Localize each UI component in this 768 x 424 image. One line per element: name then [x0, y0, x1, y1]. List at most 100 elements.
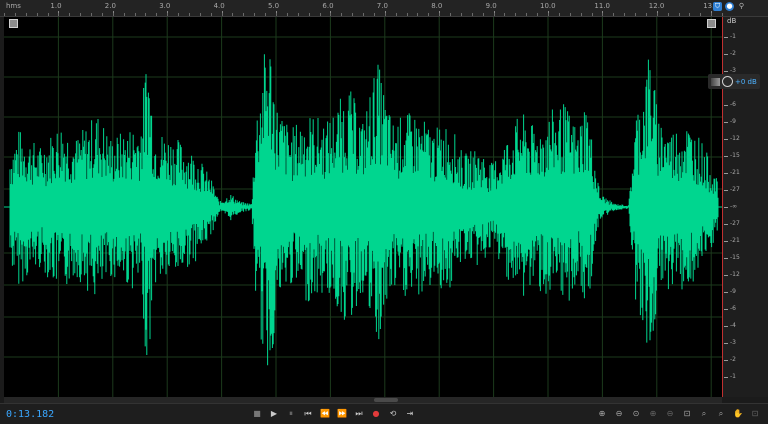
ruler-minor-tick	[47, 13, 49, 16]
fast-forward-button[interactable]: ⏩	[337, 409, 347, 419]
skip-selection-button[interactable]: ⇥	[405, 409, 415, 419]
ruler-time-label: 10.0	[540, 2, 556, 10]
db-scale-tick	[724, 309, 728, 310]
zoom-reset-button[interactable]: ⊡	[749, 409, 761, 419]
ruler-minor-tick	[210, 13, 212, 16]
zoom-selection-button[interactable]: ⊡	[681, 409, 693, 419]
db-scale-label: -1	[730, 373, 736, 380]
ruler-minor-tick	[613, 13, 615, 16]
zoom-full-button[interactable]: ⊙	[630, 409, 642, 419]
ruler-time-label: 12.0	[648, 2, 665, 10]
db-scale-label: -15	[730, 152, 740, 159]
zoom-extra-2-button[interactable]: ⌕	[715, 409, 727, 419]
db-scale-tick	[724, 292, 728, 293]
zoom-in-amplitude-button[interactable]: ⊕	[596, 409, 608, 419]
ruler-minor-tick	[123, 13, 125, 16]
right-corner-handle-icon[interactable]	[707, 19, 716, 28]
db-scale-tick	[724, 156, 728, 157]
ruler-minor-tick	[178, 13, 180, 16]
db-scale-label: -4	[730, 322, 736, 329]
ruler-minor-tick	[112, 13, 114, 16]
ruler-time-label: 4.0	[213, 2, 225, 10]
marker-blue-icon[interactable]: ⛉	[713, 2, 722, 11]
db-scale-tick	[724, 343, 728, 344]
ruler-minor-tick	[569, 13, 571, 16]
ruler-minor-tick	[36, 13, 38, 16]
marker-circle-icon[interactable]: ●	[725, 2, 734, 11]
waveform-path	[9, 54, 719, 366]
gain-control[interactable]: +0 dB	[708, 74, 760, 89]
zoom-out-time-button[interactable]: ⊖	[664, 409, 676, 419]
db-scale-label: -3	[730, 339, 736, 346]
ruler-minor-tick	[460, 13, 462, 16]
ruler-minor-tick	[515, 13, 517, 16]
ruler-minor-tick	[341, 13, 343, 16]
pause-button[interactable]: ⏸	[286, 409, 296, 419]
rewind-button[interactable]: ⏪	[320, 409, 330, 419]
db-scale-label: -6	[730, 101, 736, 108]
ruler-minor-tick	[101, 13, 103, 16]
ruler-minor-tick	[722, 13, 724, 16]
play-button[interactable]: ▶	[269, 409, 279, 419]
ruler-minor-tick	[602, 13, 604, 16]
zoom-out-amplitude-button[interactable]: ⊖	[613, 409, 625, 419]
ruler-minor-tick	[308, 13, 310, 16]
ruler-minor-tick	[504, 13, 506, 16]
ruler-time-label: 2.0	[104, 2, 116, 10]
hand-tool-icon[interactable]: ✋	[732, 409, 744, 419]
db-scale-label: -15	[730, 254, 740, 261]
ruler-minor-tick	[373, 13, 375, 16]
ruler-minor-tick	[656, 13, 658, 16]
ruler-minor-tick	[395, 13, 397, 16]
ruler-minor-tick	[352, 13, 354, 16]
ruler-minor-tick	[69, 13, 71, 16]
db-scale-label: -6	[730, 305, 736, 312]
ruler-minor-tick	[14, 13, 16, 16]
ruler-minor-tick	[4, 13, 5, 16]
skip-to-end-button[interactable]: ⏭	[354, 409, 364, 419]
gain-meter-icon	[711, 77, 720, 86]
ruler-minor-tick	[493, 13, 495, 16]
loop-playback-button[interactable]: ⟲	[388, 409, 398, 419]
ruler-minor-tick	[700, 13, 702, 16]
time-ruler[interactable]: hms 1.0 2.0 3.0 4.0 5.0 6.0 7.0 8.0 9.0 10.0 11.0 1…	[0, 0, 768, 17]
gain-value[interactable]: +0 dB	[735, 78, 757, 86]
db-scale-tick	[724, 122, 728, 123]
scrollbar-thumb[interactable]	[374, 398, 398, 402]
db-scale-title: dB	[727, 17, 737, 25]
db-scale-label: -9	[730, 118, 736, 125]
waveform-view[interactable]	[4, 17, 722, 397]
db-scale-label: -2	[730, 356, 736, 363]
ruler-minor-tick	[145, 13, 147, 16]
ruler-time-label: 11.0	[594, 2, 610, 10]
skip-to-start-button[interactable]: ⏮	[303, 409, 313, 419]
ruler-minor-tick	[91, 13, 93, 16]
db-scale-tick	[724, 275, 728, 276]
stop-button[interactable]: ■	[252, 409, 262, 419]
db-scale-tick	[724, 377, 728, 378]
ruler-minor-tick	[689, 13, 691, 16]
db-scale-label: -9	[730, 288, 736, 295]
ruler-minor-tick	[276, 13, 277, 16]
db-scale-label: -27	[730, 186, 740, 193]
zoom-extra-button[interactable]: ⌕	[698, 409, 710, 419]
ruler-minor-tick	[319, 13, 321, 16]
record-button[interactable]: ●	[371, 409, 381, 419]
pin-icon[interactable]: ⚲	[737, 2, 746, 11]
ruler-minor-tick	[330, 13, 332, 16]
ruler-minor-tick	[134, 13, 136, 16]
ruler-minor-tick	[439, 13, 441, 16]
left-corner-handle-icon[interactable]	[9, 19, 18, 28]
db-scale-tick	[724, 173, 728, 174]
db-scale-tick	[724, 241, 728, 242]
waveform-svg	[4, 17, 722, 397]
current-time-display: 0:13.182	[6, 409, 55, 420]
db-scale-label: -12	[730, 271, 740, 278]
ruler-minor-tick	[471, 13, 473, 16]
db-scale-tick	[724, 71, 728, 72]
db-scale-tick	[724, 190, 728, 191]
gain-knob-icon[interactable]	[722, 76, 733, 87]
ruler-minor-tick	[221, 13, 223, 16]
zoom-in-time-button[interactable]: ⊕	[647, 409, 659, 419]
ruler-minor-tick	[591, 13, 593, 16]
